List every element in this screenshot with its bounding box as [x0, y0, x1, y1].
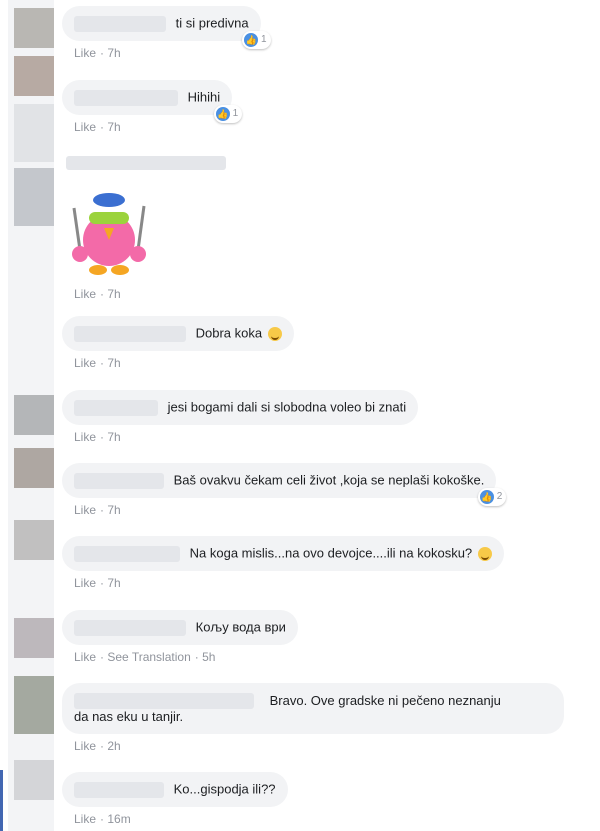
like-icon: 👍 [479, 489, 494, 504]
comment-bubble[interactable]: Ko...gispodja ili?? [62, 772, 288, 807]
comment: Hihihi 👍 1 Like · 7h [62, 80, 243, 135]
comment-text: Hihihi [187, 89, 221, 105]
comment-text: Ko...gispodja ili?? [173, 781, 276, 797]
author-name[interactable] [74, 15, 166, 32]
avatar[interactable] [14, 448, 54, 488]
author-name[interactable] [74, 472, 164, 489]
avatar[interactable] [14, 56, 54, 96]
like-link[interactable]: Like [74, 46, 96, 60]
comment-actions: Like · 2h [74, 738, 121, 753]
reaction-count[interactable]: 👍 1 [242, 30, 271, 49]
comment-actions: Like · 7h [74, 45, 121, 60]
avatar[interactable] [14, 104, 54, 162]
see-translation-link[interactable]: See Translation [107, 650, 190, 664]
laughing-emoji-icon [477, 546, 492, 561]
timestamp[interactable]: 7h [107, 46, 120, 60]
comment-actions: Like · 7h [74, 119, 121, 134]
avatar[interactable] [14, 618, 54, 658]
comment-bubble[interactable]: ti si predivna 👍 1 [62, 6, 271, 49]
chicken-sticker[interactable] [62, 188, 157, 278]
like-link[interactable]: Like [74, 576, 96, 590]
author-name[interactable] [74, 89, 178, 106]
comment-bubble[interactable]: Кољу вода ври [62, 610, 298, 645]
like-link[interactable]: Like [74, 430, 96, 444]
comment: Baš ovakvu čekam celi život ,koja se nep… [62, 463, 507, 518]
reaction-count[interactable]: 👍 1 [213, 104, 243, 123]
reaction-count[interactable]: 👍 2 [477, 487, 507, 506]
author-name[interactable] [74, 781, 164, 798]
comment-actions: Like · 7h [74, 575, 121, 590]
comment-text: Dobra koka [195, 325, 263, 341]
like-link[interactable]: Like [74, 739, 96, 753]
like-link[interactable]: Like [74, 287, 96, 301]
timestamp[interactable]: 5h [202, 650, 215, 664]
comment-actions: Like · 7h [74, 502, 121, 517]
comment-text: Baš ovakvu čekam celi život ,koja se nep… [173, 472, 485, 488]
author-name[interactable] [74, 399, 158, 416]
avatar[interactable] [14, 8, 54, 48]
comment-bubble[interactable]: jesi bogami dali si slobodna voleo bi zn… [62, 390, 419, 425]
comment: Dobra koka Like · 7h [62, 316, 294, 371]
timestamp[interactable]: 7h [107, 430, 120, 444]
comment-bubble[interactable]: Bravo. Ove gradske ni pečeno neznanju da… [62, 683, 564, 734]
timestamp[interactable]: 16m [107, 812, 130, 826]
comment: Ko...gispodja ili?? Like · 16m [62, 772, 288, 827]
comment-bubble[interactable]: Baš ovakvu čekam celi život ,koja se nep… [62, 463, 507, 506]
like-link[interactable]: Like [74, 356, 96, 370]
comment-text: ti si predivna [175, 15, 249, 31]
avatar[interactable] [14, 520, 54, 560]
avatar[interactable] [14, 168, 54, 226]
like-icon: 👍 [244, 32, 259, 47]
comment: Na koga mislis...na ovo devojce....ili n… [62, 536, 504, 591]
comment-actions: Like · 7h [74, 429, 121, 444]
like-icon: 👍 [215, 106, 230, 121]
like-link[interactable]: Like [74, 503, 96, 517]
avatar[interactable] [14, 395, 54, 435]
author-name[interactable] [66, 155, 226, 170]
timestamp[interactable]: 7h [107, 503, 120, 517]
comment-actions: Like · 7h [74, 287, 121, 301]
comment: ti si predivna 👍 1 Like · 7h [62, 6, 271, 61]
comment-actions: Like · See Translation · 5h [74, 649, 216, 664]
timestamp[interactable]: 7h [107, 576, 120, 590]
comment-text: jesi bogami dali si slobodna voleo bi zn… [167, 399, 407, 415]
author-name[interactable] [74, 545, 180, 562]
comment-text: Bravo. Ove gradske ni pečeno neznanju [269, 692, 501, 708]
comment-text: Кољу вода ври [195, 619, 286, 635]
like-link[interactable]: Like [74, 120, 96, 134]
comment: Bravo. Ove gradske ni pečeno neznanju da… [62, 683, 564, 754]
comment [62, 154, 232, 170]
author-name[interactable] [74, 325, 186, 342]
avatar[interactable] [14, 760, 54, 800]
comment-text: da nas eku u tanjir. [74, 708, 184, 724]
avatar[interactable] [14, 676, 54, 734]
like-link[interactable]: Like [74, 650, 96, 664]
timestamp[interactable]: 7h [107, 356, 120, 370]
comment-actions: Like · 16m [74, 811, 131, 826]
author-name[interactable] [74, 619, 186, 636]
comment-text: Na koga mislis...na ovo devojce....ili n… [189, 545, 473, 561]
comment: Кољу вода ври Like · See Translation · 5h [62, 610, 298, 665]
comment-actions: Like · 7h [74, 355, 121, 370]
accent-bar [0, 770, 3, 831]
comment-bubble[interactable]: Hihihi 👍 1 [62, 80, 243, 123]
author-name[interactable] [74, 692, 254, 709]
timestamp[interactable]: 2h [107, 739, 120, 753]
comment-bubble[interactable]: Na koga mislis...na ovo devojce....ili n… [62, 536, 504, 571]
timestamp[interactable]: 7h [107, 287, 120, 301]
like-link[interactable]: Like [74, 812, 96, 826]
comment: jesi bogami dali si slobodna voleo bi zn… [62, 390, 419, 445]
comment-bubble[interactable]: Dobra koka [62, 316, 294, 351]
timestamp[interactable]: 7h [107, 120, 120, 134]
smiling-emoji-icon [267, 326, 282, 341]
